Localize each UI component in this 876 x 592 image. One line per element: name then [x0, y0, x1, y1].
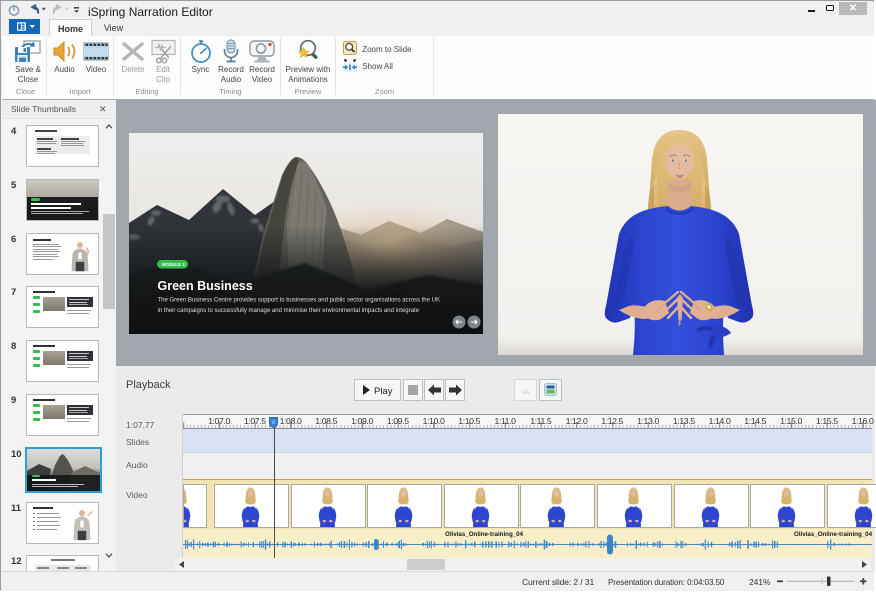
svg-text:MODULE 3: MODULE 3 [162, 262, 185, 267]
svg-text:in their campaigns to successf: in their campaigns to successfully manag… [158, 308, 420, 314]
svg-text:The Green Business Centre prov: The Green Business Centre provides suppo… [158, 298, 440, 304]
svg-text:Green Business: Green Business [158, 279, 253, 293]
svg-text:Play: Play [374, 386, 393, 397]
